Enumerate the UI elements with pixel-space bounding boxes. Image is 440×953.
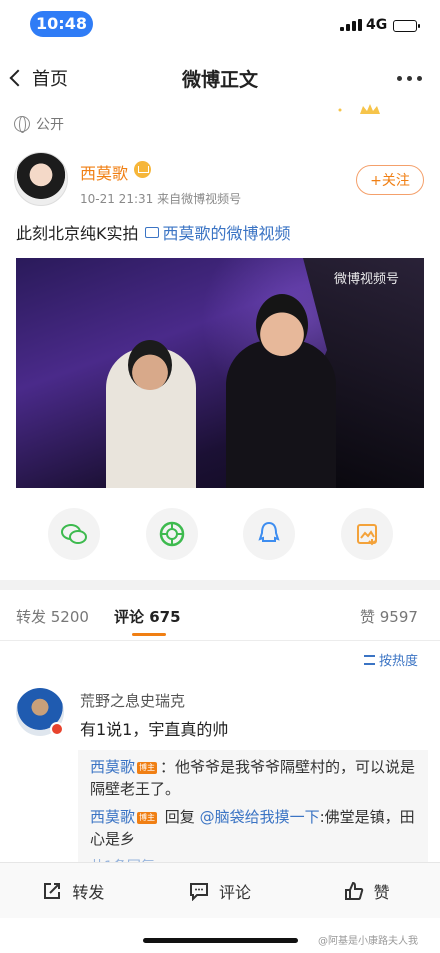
thumbs-up-icon: [344, 881, 363, 900]
like-label: 赞: [373, 882, 390, 902]
visibility-label: 公开: [36, 117, 64, 133]
post-body: 此刻北京纯K实拍: [16, 224, 139, 243]
page-title: 微博正文: [181, 69, 258, 91]
singer-figure: [226, 340, 336, 488]
author-tag: 博主: [137, 812, 158, 824]
share-row: [48, 508, 393, 560]
comment-button[interactable]: 评论: [147, 863, 294, 918]
wechat-icon[interactable]: [48, 508, 100, 560]
comment-text: 有1说1，宇直真的帅: [80, 720, 229, 739]
tab-comments[interactable]: 评论 675: [114, 606, 181, 627]
reply-author[interactable]: 西莫歌: [90, 758, 135, 776]
follow-button[interactable]: +关注: [356, 165, 424, 195]
section-divider: [0, 580, 440, 590]
save-image-icon[interactable]: [340, 508, 393, 560]
reply-item: 西莫歌 博主 ：他爷爷是我爷爷隔壁村的，可以说是隔壁老王了。: [90, 756, 416, 800]
tab-repost[interactable]: 转发 5200: [16, 606, 89, 627]
video-watermark: 微博视频号: [334, 272, 400, 287]
repost-icon: [44, 882, 61, 899]
video-link[interactable]: 西莫歌的微博视频: [144, 220, 291, 244]
sort-label: 按热度: [379, 654, 419, 669]
status-bar: 10:48 4G: [0, 0, 440, 48]
reply-box[interactable]: 西莫歌 博主 ：他爷爷是我爷爷隔壁村的，可以说是隔壁老王了。 西莫歌 博主 回复 @脑…: [78, 750, 428, 875]
like-button[interactable]: 赞: [293, 863, 440, 918]
moments-icon[interactable]: [145, 508, 198, 560]
battery-icon: [393, 20, 420, 32]
tab-likes[interactable]: 赞 9597: [360, 606, 418, 627]
mention-link[interactable]: @脑袋给我摸一下: [200, 808, 320, 826]
author-header: 西莫歌 10-21 21:31 来自微博视频号 +关注: [14, 152, 426, 208]
stats-divider: [0, 640, 440, 641]
signal-icon: [340, 19, 362, 31]
stats-bar: 转发 5200 评论 675 赞 9597: [0, 600, 440, 636]
clock: 10:48: [30, 11, 93, 37]
author-name[interactable]: 西莫歌: [80, 160, 128, 184]
verified-badge-icon: [50, 722, 64, 736]
repost-button[interactable]: 转发: [0, 863, 147, 918]
more-options-icon[interactable]: [397, 76, 422, 81]
commenter-name[interactable]: 荒野之息史瑞克: [80, 690, 185, 711]
reply-item: 西莫歌 博主 回复 @脑袋给我摸一下:佛堂是镇，田心是乡: [90, 806, 416, 850]
visibility-indicator: 公开: [14, 114, 64, 134]
bottom-action-bar: 转发 评论 赞: [0, 862, 440, 918]
crown-decoration-icon: [338, 104, 380, 114]
sort-toggle[interactable]: 按热度: [364, 650, 418, 669]
video-icon: [144, 226, 159, 238]
video-link-label: 西莫歌的微博视频: [162, 224, 291, 243]
post-meta: 10-21 21:31 来自微博视频号: [80, 192, 242, 206]
home-indicator[interactable]: [143, 938, 298, 943]
comment-icon: [190, 882, 208, 901]
globe-icon: [14, 116, 30, 133]
reply-word: 回复: [164, 808, 195, 826]
author-avatar[interactable]: [14, 152, 68, 206]
video-player[interactable]: 微博视频号: [16, 258, 424, 488]
image-watermark: @阿基是小康路夫人我: [318, 936, 418, 947]
vip-badge-icon: [134, 161, 151, 178]
reply-author[interactable]: 西莫歌: [90, 808, 135, 826]
post-text: 此刻北京纯K实拍 西莫歌的微博视频: [16, 220, 291, 244]
network-label: 4G: [366, 17, 388, 33]
qq-icon[interactable]: [243, 508, 296, 560]
nav-bar: 首页 微博正文: [0, 52, 440, 104]
active-tab-indicator: [132, 633, 166, 636]
repost-label: 转发: [72, 882, 105, 902]
author-tag: 博主: [137, 762, 158, 774]
sort-icon: [364, 654, 375, 665]
comment-label: 评论: [219, 882, 252, 902]
